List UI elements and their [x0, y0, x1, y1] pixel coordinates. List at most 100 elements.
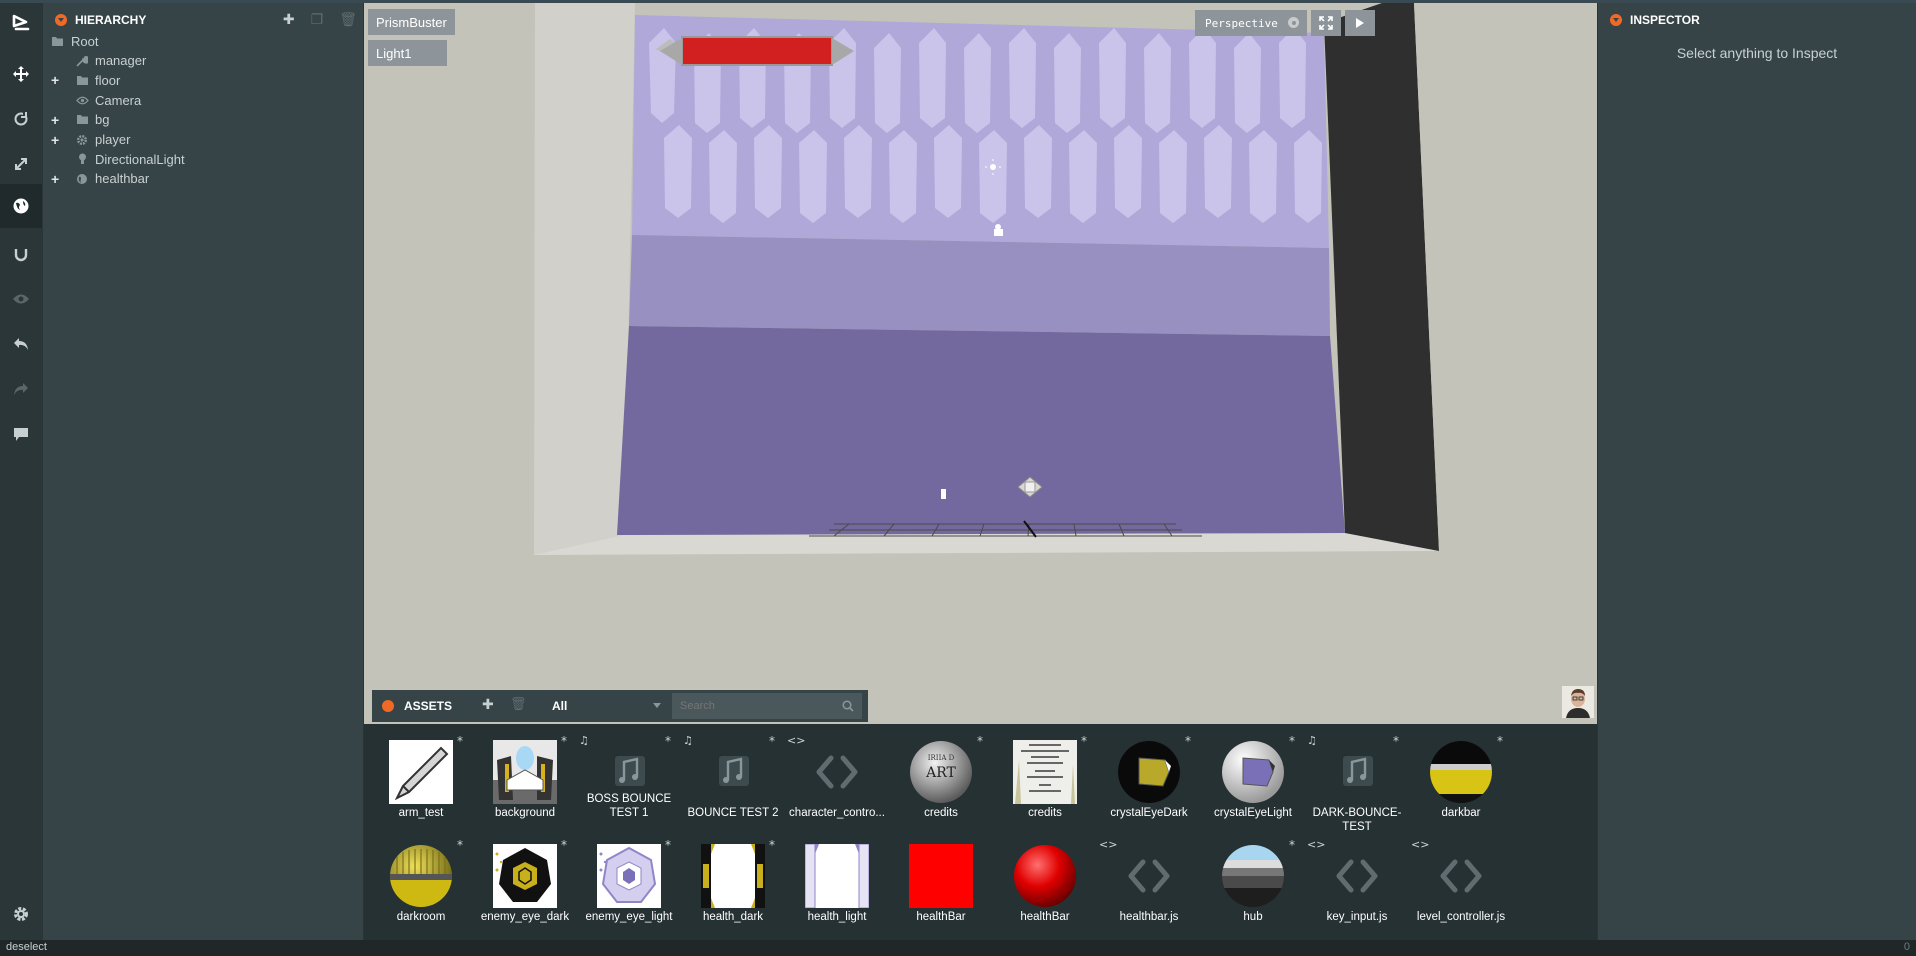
- asset-item[interactable]: * crystalEyeLight: [1201, 730, 1305, 834]
- asset-item[interactable]: <> key_input.js: [1305, 834, 1409, 938]
- script-thumbnail: [805, 740, 869, 804]
- modified-star-icon: *: [1497, 734, 1503, 748]
- asset-item[interactable]: * credits: [993, 730, 1097, 834]
- chat-icon[interactable]: [0, 413, 42, 455]
- asset-item[interactable]: ART IRIIA D * credits: [889, 730, 993, 834]
- modified-star-icon: *: [1081, 734, 1087, 748]
- material-credits-thumbnail: ART IRIIA D: [909, 740, 973, 804]
- asset-item[interactable]: healthBar: [889, 834, 993, 938]
- asset-item[interactable]: * health_dark: [681, 834, 785, 938]
- scale-tool-icon[interactable]: [0, 143, 42, 185]
- logo-icon[interactable]: [0, 3, 42, 45]
- asset-filter-dropdown[interactable]: All: [546, 693, 664, 719]
- hierarchy-title: HIERARCHY: [75, 13, 147, 27]
- asset-label: character_contro...: [789, 807, 885, 819]
- move-tool-icon[interactable]: [0, 53, 42, 95]
- asset-label: healthBar: [916, 911, 966, 923]
- globe-icon: [75, 172, 89, 186]
- duplicate-entity-icon[interactable]: ❐: [311, 12, 324, 28]
- hierarchy-item-label: player: [95, 132, 131, 147]
- redo-icon[interactable]: [0, 368, 42, 410]
- asset-item[interactable]: * background: [473, 730, 577, 834]
- collapse-assets-icon[interactable]: [382, 700, 394, 712]
- add-entity-icon[interactable]: ✚: [283, 12, 295, 28]
- asset-item[interactable]: <> level_controller.js: [1409, 834, 1513, 938]
- status-text: deselect: [6, 941, 47, 953]
- scene-viewport[interactable]: PrismBuster Light1 Perspective: [364, 3, 1597, 724]
- audio-badge-icon: ♫: [1307, 734, 1317, 747]
- asset-label: key_input.js: [1326, 911, 1388, 923]
- asset-item[interactable]: * ♫ BOSS BOUNCE TEST 1: [577, 730, 681, 834]
- hierarchy-panel: HIERARCHY ✚ ❐ 🗑 Root manager + floor Camera +…: [43, 3, 363, 940]
- eye-icon: [75, 93, 89, 107]
- play-button[interactable]: [1345, 10, 1375, 36]
- asset-item[interactable]: <> healthbar.js: [1097, 834, 1201, 938]
- expand-plus-icon[interactable]: +: [51, 112, 65, 128]
- asset-item[interactable]: * ♫ DARK-BOUNCE-TEST: [1305, 730, 1409, 834]
- inspector-header: INSPECTOR: [1598, 3, 1916, 37]
- asset-item[interactable]: * enemy_eye_dark: [473, 834, 577, 938]
- gear-icon: [75, 133, 89, 147]
- audio-thumbnail: [701, 740, 765, 804]
- asset-item[interactable]: <> character_contro...: [785, 730, 889, 834]
- user-avatar[interactable]: [1562, 686, 1594, 718]
- asset-label: credits: [1028, 807, 1062, 819]
- settings-gear-icon[interactable]: [0, 893, 42, 935]
- material-hub-thumbnail: [1221, 844, 1285, 908]
- collapse-inspector-icon[interactable]: [1610, 14, 1622, 26]
- asset-label: darkbar: [1441, 807, 1481, 819]
- asset-label: BOUNCE TEST 2: [687, 807, 779, 819]
- asset-label: arm_test: [398, 807, 444, 819]
- asset-label: DARK-BOUNCE-TEST: [1312, 807, 1402, 833]
- hierarchy-item-healthbar[interactable]: + healthbar: [43, 167, 363, 191]
- rotate-tool-icon[interactable]: [0, 98, 42, 140]
- modified-star-icon: *: [1185, 734, 1191, 748]
- lightbulb-icon: [75, 152, 89, 166]
- camera-mode-dropdown[interactable]: Perspective: [1195, 10, 1307, 36]
- texture-eye-light-thumbnail: [597, 844, 661, 908]
- asset-item[interactable]: * crystalEyeDark: [1097, 730, 1201, 834]
- delete-entity-icon[interactable]: 🗑: [339, 12, 357, 28]
- visibility-icon[interactable]: [0, 278, 42, 320]
- status-bar: deselect 0: [0, 940, 1916, 956]
- folder-icon: [50, 34, 64, 48]
- asset-item[interactable]: * arm_test: [369, 730, 473, 834]
- expand-plus-icon[interactable]: +: [51, 171, 65, 187]
- inspector-title: INSPECTOR: [1630, 13, 1700, 27]
- scene-render[interactable]: [364, 3, 1597, 724]
- hierarchy-item-label: Root: [71, 33, 99, 49]
- asset-search-input[interactable]: [678, 699, 832, 713]
- asset-item[interactable]: * hub: [1201, 834, 1305, 938]
- modified-star-icon: *: [665, 734, 671, 748]
- assets-title: ASSETS: [404, 699, 453, 713]
- magnet-snap-icon[interactable]: [0, 233, 42, 275]
- modified-star-icon: *: [457, 734, 463, 748]
- expand-plus-icon[interactable]: +: [51, 72, 65, 88]
- texture-blade-thumbnail: [389, 740, 453, 804]
- hierarchy-item-label: bg: [95, 112, 110, 128]
- asset-item[interactable]: healthBar: [993, 834, 1097, 938]
- modified-star-icon: *: [457, 838, 463, 852]
- tool-sidebar: [0, 3, 42, 940]
- delete-asset-icon[interactable]: 🗑: [510, 697, 527, 712]
- asset-item[interactable]: * darkroom: [369, 834, 473, 938]
- asset-label: enemy_eye_light: [585, 911, 673, 923]
- scene-tab-light1[interactable]: Light1: [368, 40, 447, 66]
- script-badge-icon: <>: [1099, 838, 1118, 851]
- asset-label: healthbar.js: [1119, 911, 1179, 923]
- add-asset-icon[interactable]: ✚: [482, 697, 494, 713]
- undo-icon[interactable]: [0, 323, 42, 365]
- collapse-panel-icon[interactable]: [55, 14, 67, 26]
- maximize-viewport-button[interactable]: [1311, 10, 1341, 36]
- expand-plus-icon[interactable]: +: [51, 132, 65, 148]
- asset-search-box[interactable]: [672, 693, 862, 719]
- scene-tab-prismbuster[interactable]: PrismBuster: [368, 9, 455, 35]
- asset-item[interactable]: * darkbar: [1409, 730, 1513, 834]
- asset-item[interactable]: * enemy_eye_light: [577, 834, 681, 938]
- asset-item[interactable]: * ♫ BOUNCE TEST 2: [681, 730, 785, 834]
- texture-red-thumbnail: [909, 844, 973, 908]
- asset-item[interactable]: health_light: [785, 834, 889, 938]
- world-space-icon[interactable]: [0, 184, 42, 228]
- script-thumbnail: [1117, 844, 1181, 908]
- assets-grid[interactable]: * arm_test * background * ♫ BOSS BOUNCE TEST 1…: [364, 724, 1597, 940]
